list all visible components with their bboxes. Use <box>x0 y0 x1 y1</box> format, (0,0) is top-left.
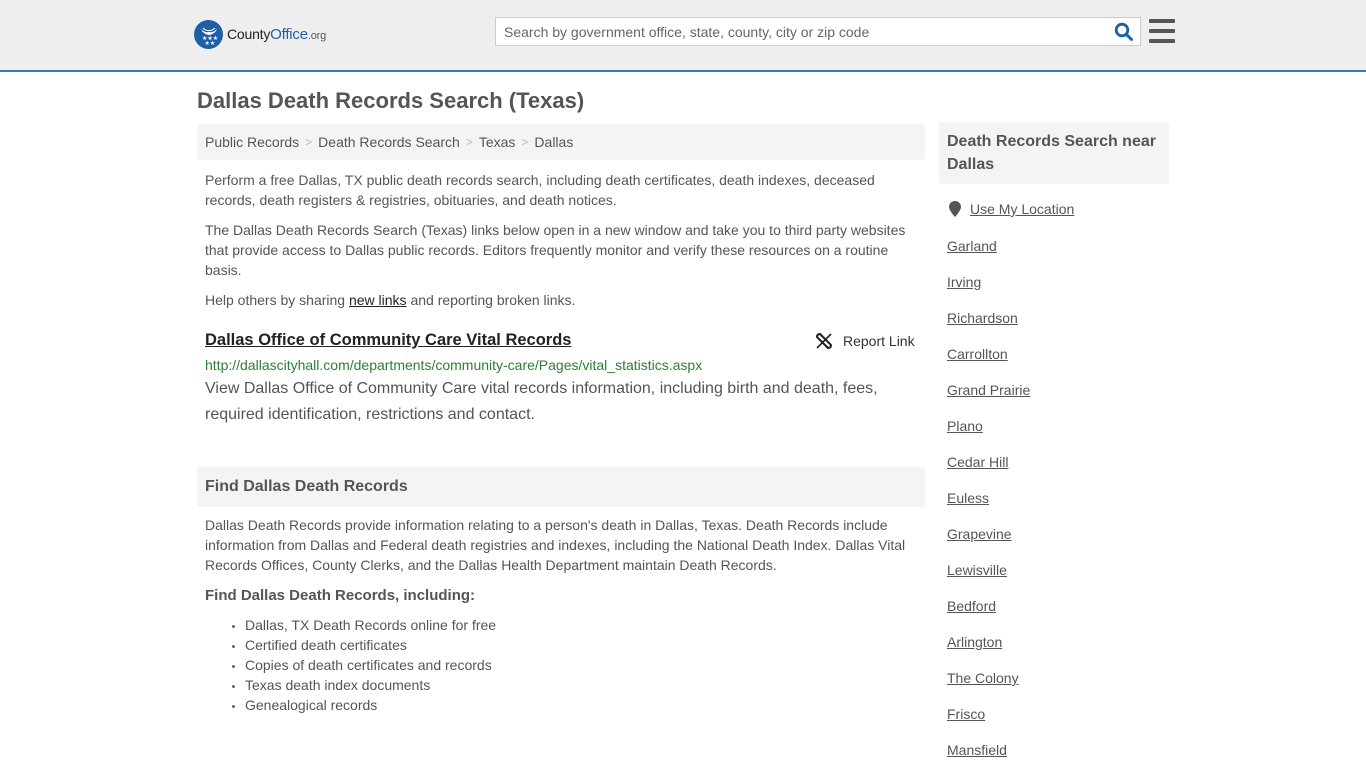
help-text: Help others by sharing <box>205 292 349 308</box>
sidebar-heading: Death Records Search near Dallas <box>939 122 1169 184</box>
intro-block: Perform a free Dallas, TX public death r… <box>205 170 917 310</box>
page-title: Dallas Death Records Search (Texas) <box>197 88 585 113</box>
find-section-subheading: Find Dallas Death Records, including: <box>205 587 476 604</box>
search-input[interactable] <box>496 18 1108 45</box>
city-link[interactable]: Grapevine <box>947 526 1012 542</box>
list-item: Copies of death certificates and records <box>245 655 496 675</box>
menu-bar-icon <box>1149 19 1175 23</box>
find-section-paragraph: Dallas Death Records provide information… <box>205 517 906 573</box>
list-item: Genealogical records <box>245 695 496 715</box>
city-link[interactable]: Richardson <box>947 310 1018 326</box>
report-link-button[interactable]: Report Link <box>815 332 915 350</box>
intro-paragraph: Perform a free Dallas, TX public death r… <box>205 172 875 208</box>
search-icon <box>1114 22 1133 41</box>
breadcrumb-separator-icon: > <box>465 135 473 149</box>
listing-url: http://dallascityhall.com/departments/co… <box>205 357 703 373</box>
logo-wordmark: CountyOffice.org <box>227 26 327 43</box>
eagle-stars-logo-icon: ★★★ ★★ <box>194 20 223 49</box>
site-logo[interactable]: ★★★ ★★ CountyOffice.org <box>194 20 326 49</box>
use-my-location-link[interactable]: Use My Location <box>970 201 1074 217</box>
city-link[interactable]: Plano <box>947 418 983 434</box>
site-header: ★★★ ★★ CountyOffice.org <box>0 0 1366 72</box>
city-link[interactable]: Garland <box>947 238 997 254</box>
city-link[interactable]: Lewisville <box>947 562 1007 578</box>
help-paragraph: Help others by sharing new links and rep… <box>205 290 917 310</box>
broken-link-icon <box>815 332 833 350</box>
city-link[interactable]: Cedar Hill <box>947 454 1008 470</box>
city-link[interactable]: Carrollton <box>947 346 1008 362</box>
breadcrumb-public-records[interactable]: Public Records <box>205 134 299 150</box>
city-link[interactable]: Arlington <box>947 634 1002 650</box>
city-link[interactable]: Irving <box>947 274 981 290</box>
list-item: Dallas, TX Death Records online for free <box>245 615 496 635</box>
breadcrumb-texas[interactable]: Texas <box>479 134 516 150</box>
city-link[interactable]: Grand Prairie <box>947 382 1030 398</box>
city-link[interactable]: The Colony <box>947 670 1019 686</box>
city-link[interactable]: Frisco <box>947 706 985 722</box>
nearby-cities-list: Garland Irving Richardson Carrollton Gra… <box>947 236 1030 776</box>
hamburger-menu-button[interactable] <box>1149 19 1175 43</box>
list-item: Texas death index documents <box>245 675 496 695</box>
report-link-label: Report Link <box>843 333 915 349</box>
city-link[interactable]: Bedford <box>947 598 996 614</box>
menu-bar-icon <box>1149 29 1175 33</box>
svg-text:★★: ★★ <box>204 40 215 46</box>
find-section-body: Dallas Death Records provide information… <box>205 515 917 575</box>
help-text: and reporting broken links. <box>406 292 576 308</box>
breadcrumb-separator-icon: > <box>521 135 529 149</box>
listing-description: View Dallas Office of Community Care vit… <box>205 380 878 423</box>
search-bar <box>495 17 1141 46</box>
city-link[interactable]: Euless <box>947 490 989 506</box>
listing-title-link[interactable]: Dallas Office of Community Care Vital Re… <box>205 331 571 350</box>
new-links-link[interactable]: new links <box>349 292 407 308</box>
breadcrumb: Public Records > Death Records Search > … <box>197 124 925 160</box>
find-section-heading: Find Dallas Death Records <box>197 467 925 507</box>
breadcrumb-death-records-search[interactable]: Death Records Search <box>318 134 460 150</box>
records-list: Dallas, TX Death Records online for free… <box>245 615 496 715</box>
use-my-location[interactable]: Use My Location <box>949 201 1074 217</box>
breadcrumb-dallas[interactable]: Dallas <box>534 134 573 150</box>
intro-paragraph: The Dallas Death Records Search (Texas) … <box>205 222 906 278</box>
city-link[interactable]: Mansfield <box>947 742 1007 758</box>
search-button[interactable] <box>1108 18 1140 45</box>
list-item: Certified death certificates <box>245 635 496 655</box>
map-pin-icon <box>949 201 961 217</box>
menu-bar-icon <box>1149 39 1175 43</box>
breadcrumb-separator-icon: > <box>305 135 313 149</box>
